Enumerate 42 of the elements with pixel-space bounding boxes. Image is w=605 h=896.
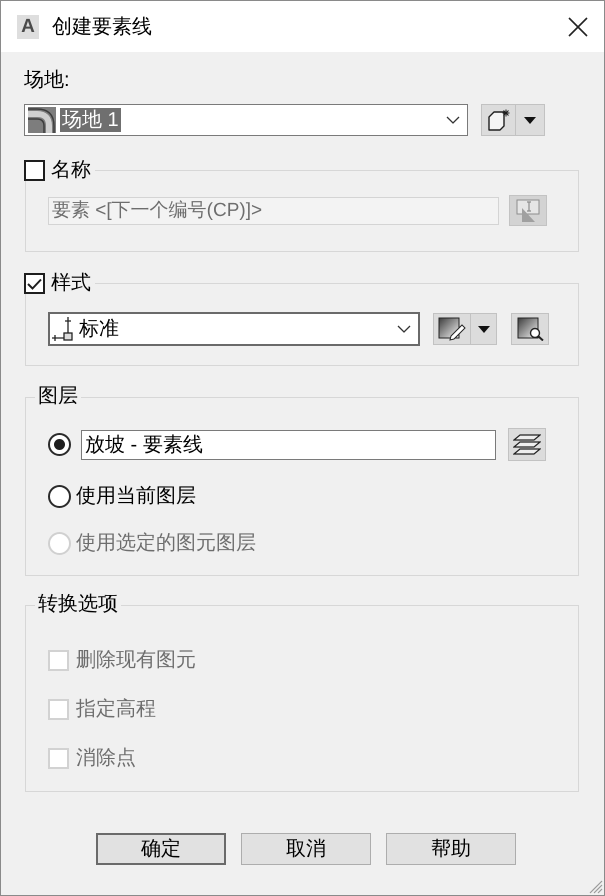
layers-icon xyxy=(513,432,541,456)
checkbox-label: 指定高程 xyxy=(76,697,156,721)
radio-label: 使用当前图层 xyxy=(76,484,196,508)
text-pick-icon xyxy=(516,198,540,222)
checkbox-label: 名称 xyxy=(51,160,91,181)
site-dropdown[interactable]: 场地 1 xyxy=(24,104,468,136)
checkbox-label: 删除现有图元 xyxy=(76,648,196,672)
preview-style-button[interactable] xyxy=(511,313,549,345)
app-logo: A xyxy=(17,14,39,38)
curved-road-icon xyxy=(28,107,56,133)
dialog-title: 创建要素线 xyxy=(52,14,152,38)
dialog-button[interactable]: 确定 xyxy=(96,833,226,865)
checkbox[interactable] xyxy=(24,160,45,181)
close-button[interactable] xyxy=(568,16,588,36)
close-icon xyxy=(568,16,588,36)
dialog-button[interactable]: 帮助 xyxy=(386,833,516,865)
resize-grip-icon[interactable] xyxy=(589,880,603,894)
radio-button[interactable] xyxy=(48,484,71,508)
box-star-icon xyxy=(486,109,510,131)
checkbox[interactable] xyxy=(24,273,45,294)
layer-name-field[interactable]: 放坡 - 要素线 xyxy=(81,430,496,460)
caret-icon xyxy=(524,116,536,124)
new-site-button[interactable] xyxy=(481,104,516,136)
checkmark-icon xyxy=(27,278,42,290)
radio-label: 使用选定的图元图层 xyxy=(76,531,256,555)
field-label: 场地: xyxy=(24,68,70,92)
group-label: 图层 xyxy=(38,385,78,407)
layer-select-button[interactable] xyxy=(508,428,546,461)
chevron-down-icon xyxy=(397,325,411,333)
chevron-down-icon xyxy=(446,116,460,124)
checkbox-label: 样式 xyxy=(51,273,91,294)
search-icon xyxy=(516,317,544,341)
dialog-button[interactable]: 取消 xyxy=(241,833,371,865)
edit-pencil-icon xyxy=(438,317,466,341)
edit-style-button[interactable] xyxy=(433,313,471,345)
dropdown-arrow-button[interactable] xyxy=(516,104,545,136)
radio-button[interactable] xyxy=(48,433,71,456)
checkbox-label: 消除点 xyxy=(76,746,136,770)
style-dropdown[interactable]: 标准 xyxy=(48,312,420,346)
caret-icon xyxy=(478,326,490,332)
dropdown-arrow-button[interactable] xyxy=(471,313,497,345)
group-label: 转换选项 xyxy=(38,593,118,615)
